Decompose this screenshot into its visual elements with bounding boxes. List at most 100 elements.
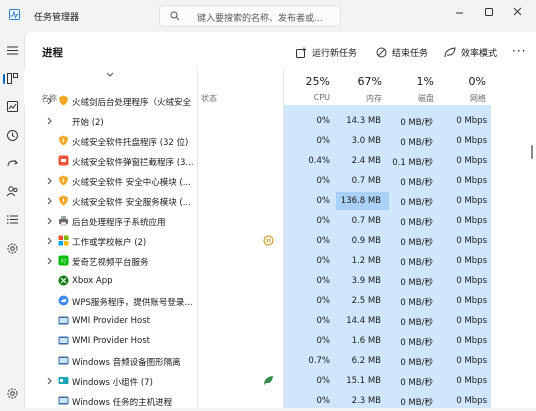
memory-value: 0.7 MB — [351, 176, 381, 186]
iqiyi-icon: iQ — [58, 255, 69, 266]
process-row[interactable]: 火绒安全软件 安全中心模块 (... 0% 0.7 MB 0 MB/秒 0 Mbps — [24, 171, 536, 191]
scrollbar-thumb[interactable] — [531, 145, 533, 159]
process-row[interactable]: WPS服务程序，提供账号登录... 0% 2.5 MB 0 MB/秒 0 Mbps — [24, 291, 536, 311]
memory-value: 0.9 MB — [351, 236, 381, 246]
page-title: 进程 — [42, 47, 63, 59]
memory-value: 1.2 MB — [351, 256, 381, 266]
memory-value: 3.0 MB — [351, 136, 381, 146]
cpu-value: 0% — [316, 216, 331, 226]
network-value: 0 Mbps — [456, 216, 487, 226]
process-row[interactable]: 火绒剑后台处理程序（火绒安全 — [24, 91, 536, 111]
process-row[interactable]: Windows 音频设备图形隔离 0.7% 6.2 MB 0 MB/秒 0 Mbps — [24, 351, 536, 371]
process-row[interactable]: 工作或学校帐户 (2) 0% 0.9 MB 0 MB/秒 0 Mbps — [24, 231, 536, 251]
details-icon[interactable] — [6, 213, 19, 226]
cpu-percent[interactable]: 25% — [283, 75, 330, 88]
efficiency-leaf-icon — [264, 376, 273, 385]
disk-value: 0 MB/秒 — [400, 258, 433, 268]
memory-value: 3.9 MB — [351, 276, 381, 286]
wmi-icon — [58, 315, 69, 326]
process-row[interactable]: iQ 爱奇艺视频平台服务 0% 1.2 MB 0 MB/秒 0 Mbps — [24, 251, 536, 271]
network-value: 0 Mbps — [456, 256, 487, 266]
network-value: 0 Mbps — [456, 136, 487, 146]
memory-value: 0.7 MB — [351, 216, 381, 226]
memory-value: 15.1 MB — [346, 376, 381, 386]
minimize-button[interactable] — [450, 3, 470, 23]
huorong-popup-icon — [58, 155, 69, 166]
close-button[interactable] — [508, 3, 528, 23]
cpu-value: 0% — [316, 376, 331, 386]
process-row[interactable]: 火绒安全软件托盘程序 (32 位) 0% 3.0 MB 0 MB/秒 0 Mbps — [24, 131, 536, 151]
run-new-task-button[interactable]: 运行新任务 — [296, 44, 357, 60]
end-task-button[interactable]: 结束任务 — [376, 44, 428, 60]
disk-value: 0 MB/秒 — [400, 278, 433, 288]
process-name: 火绒安全软件 安全服务模块 (... — [72, 198, 191, 208]
wmi-icon — [58, 335, 69, 346]
process-row[interactable]: WMI Provider Host 0% 1.6 MB 0 MB/秒 0 Mbps — [24, 331, 536, 351]
memory-value: 2.4 MB — [351, 156, 381, 166]
chevron-right-icon[interactable] — [46, 377, 53, 385]
window-title: 任务管理器 — [34, 13, 80, 23]
chevron-right-icon[interactable] — [46, 117, 53, 125]
chevron-right-icon[interactable] — [46, 217, 53, 225]
chevron-right-icon[interactable] — [46, 257, 53, 265]
cpu-value: 0.4% — [308, 156, 330, 166]
process-row[interactable]: Windows 小组件 (7) 0% 15.1 MB 0 MB/秒 0 Mbps — [24, 371, 536, 391]
disk-value: 0 MB/秒 — [400, 298, 433, 308]
efficiency-label: 效率模式 — [461, 48, 498, 59]
process-row[interactable]: Xbox App 0% 3.9 MB 0 MB/秒 0 Mbps — [24, 271, 536, 291]
network-value: 0 Mbps — [456, 356, 487, 366]
hamburger-menu-icon[interactable] — [6, 44, 19, 57]
printer-icon — [58, 215, 69, 226]
disk-value: 0 MB/秒 — [400, 238, 433, 248]
performance-icon[interactable] — [6, 100, 19, 113]
chevron-right-icon[interactable] — [46, 237, 53, 245]
efficiency-mode-button[interactable]: 效率模式 — [444, 44, 497, 60]
windows-grid-icon — [58, 235, 69, 246]
network-value: 0 Mbps — [456, 296, 487, 306]
process-row[interactable]: 开始 (2) 0% 14.3 MB 0 MB/秒 0 Mbps — [24, 111, 536, 131]
app-history-icon[interactable] — [6, 129, 19, 142]
disk-percent[interactable]: 1% — [387, 75, 434, 88]
search-placeholder: 键入要搜索的名称、发布者或... — [197, 14, 323, 24]
process-name: 工作或学校帐户 (2) — [72, 238, 147, 248]
huorong-shield-icon — [58, 175, 69, 186]
disk-value: 0 MB/秒 — [400, 318, 433, 328]
memory-value: 14.4 MB — [346, 316, 381, 326]
cpu-value: 0% — [316, 276, 331, 286]
process-row[interactable]: 后台处理程序子系统应用 0% 0.7 MB 0 MB/秒 0 Mbps — [24, 211, 536, 231]
disk-value: 0 MB/秒 — [400, 378, 433, 388]
process-name: 开始 (2) — [72, 118, 104, 128]
chevron-right-icon[interactable] — [46, 97, 53, 105]
process-row[interactable]: 火绒安全软件 安全服务模块 (... 0% 136.8 MB 0 MB/秒 0 Mbps — [24, 191, 536, 211]
process-name: 爱奇艺视频平台服务 — [72, 258, 149, 268]
services-icon[interactable] — [6, 242, 19, 255]
processes-icon[interactable] — [6, 72, 19, 85]
chevron-right-icon[interactable] — [46, 197, 53, 205]
chevron-down-icon[interactable] — [106, 72, 114, 78]
chevron-right-icon[interactable] — [46, 177, 53, 185]
search-box[interactable]: 键入要搜索的名称、发布者或... — [159, 5, 341, 27]
memory-value: 2.5 MB — [351, 296, 381, 306]
disk-value: 0 MB/秒 — [400, 358, 433, 368]
more-options-button[interactable]: ··· — [512, 44, 526, 58]
users-icon[interactable] — [6, 185, 19, 198]
process-row[interactable]: Windows 任务的主机进程 0% 2.3 MB 0 MB/秒 0 Mbps — [24, 391, 536, 411]
disk-value: 0 MB/秒 — [400, 198, 433, 208]
maximize-button[interactable] — [479, 3, 499, 23]
network-value: 0 Mbps — [456, 316, 487, 326]
memory-value: 6.2 MB — [351, 356, 381, 366]
run-task-icon — [296, 47, 306, 58]
svg-text:iQ: iQ — [61, 259, 66, 265]
settings-gear-icon[interactable] — [6, 387, 19, 400]
cpu-value: 0% — [316, 316, 331, 326]
memory-percent[interactable]: 67% — [335, 75, 382, 88]
process-row[interactable]: 火绒安全软件弹窗拦截程序 (3... 0.4% 2.4 MB 0.1 MB/秒 0 Mb… — [24, 151, 536, 171]
network-percent[interactable]: 0% — [439, 75, 486, 88]
startup-apps-icon[interactable] — [6, 157, 19, 170]
cpu-value: 0% — [316, 136, 331, 146]
cpu-value: 0% — [316, 116, 331, 126]
process-name: Windows 任务的主机进程 — [72, 398, 173, 408]
process-row[interactable]: WMI Provider Host 0% 14.4 MB 0 MB/秒 0 Mbps — [24, 311, 536, 331]
disk-value: 0 MB/秒 — [400, 338, 433, 348]
network-value: 0 Mbps — [456, 376, 487, 386]
